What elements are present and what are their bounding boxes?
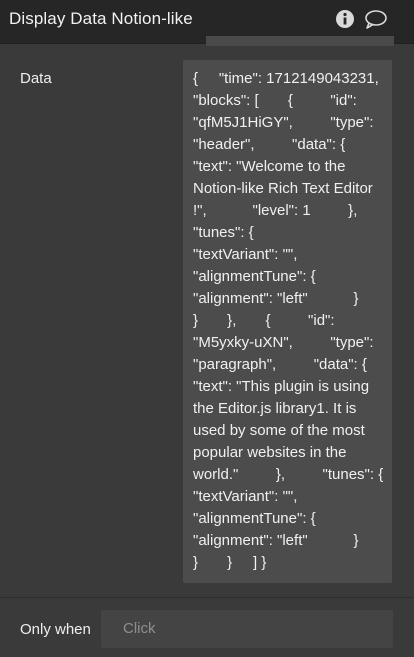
only-when-condition-input[interactable]: Click bbox=[101, 610, 393, 648]
info-icon[interactable] bbox=[334, 9, 356, 29]
comment-bubble-icon[interactable] bbox=[364, 9, 387, 29]
data-textarea[interactable]: { "time": 1712149043231, "blocks": [ { "… bbox=[183, 60, 392, 583]
data-field-label: Data bbox=[20, 70, 52, 87]
header-tab-strip bbox=[206, 36, 394, 46]
header-icons bbox=[334, 9, 387, 29]
only-when-label: Only when bbox=[20, 621, 91, 638]
panel-title: Display Data Notion-like bbox=[9, 9, 193, 28]
panel-header: Display Data Notion-like bbox=[0, 0, 414, 46]
section-divider bbox=[0, 597, 414, 598]
